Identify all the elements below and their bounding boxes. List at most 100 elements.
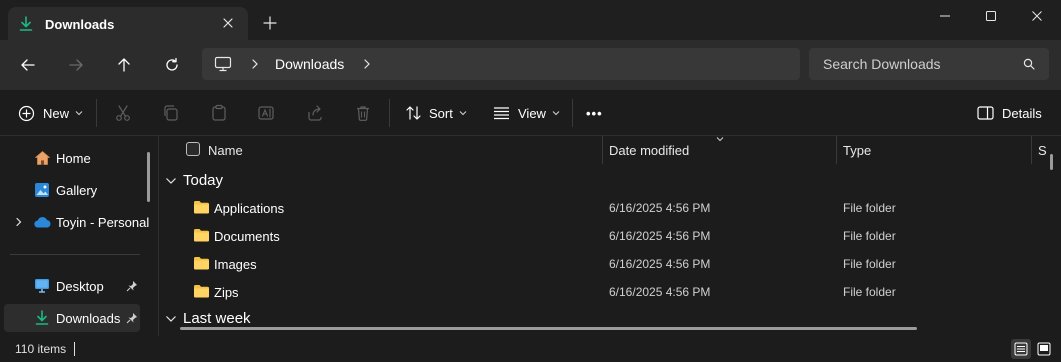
chevron-right-icon[interactable] xyxy=(14,217,24,227)
download-icon xyxy=(18,16,34,32)
column-divider[interactable] xyxy=(602,136,603,164)
table-row[interactable]: Images 6/16/2025 4:56 PM File folder xyxy=(159,250,1061,278)
sidebar-scrollbar[interactable] xyxy=(147,152,150,202)
tab-downloads[interactable]: Downloads xyxy=(8,7,248,40)
row-name: Applications xyxy=(214,201,285,216)
copy-button[interactable] xyxy=(160,102,182,124)
search-input[interactable]: Search Downloads xyxy=(823,56,941,72)
view-label: View xyxy=(518,105,546,121)
chevron-down-icon xyxy=(75,109,83,117)
details-button[interactable]: Details xyxy=(977,102,1042,124)
home-icon xyxy=(34,150,51,166)
share-button[interactable] xyxy=(304,102,326,124)
column-header-date[interactable]: Date modified xyxy=(609,143,689,158)
chevron-right-icon[interactable] xyxy=(249,58,261,70)
row-date: 6/16/2025 4:56 PM xyxy=(609,229,711,243)
sidebar-item-downloads[interactable]: Downloads xyxy=(4,304,140,332)
sidebar-item-home[interactable]: Home xyxy=(4,144,140,172)
maximize-button[interactable] xyxy=(968,0,1014,32)
close-window-button[interactable] xyxy=(1014,0,1060,32)
new-button[interactable]: New xyxy=(18,102,83,124)
group-label: Today xyxy=(183,172,224,189)
search-box[interactable]: Search Downloads xyxy=(809,48,1049,80)
desktop-icon xyxy=(34,278,50,293)
sidebar-item-onedrive[interactable]: Toyin - Personal xyxy=(4,208,149,236)
sidebar-item-label: Downloads xyxy=(56,311,121,326)
forward-button[interactable] xyxy=(66,55,86,75)
toolbar-divider xyxy=(96,99,97,127)
sidebar-item-label: Toyin - Personal xyxy=(56,215,150,230)
chevron-right-icon[interactable] xyxy=(361,58,373,70)
table-row[interactable]: Zips 6/16/2025 4:56 PM File folder xyxy=(159,278,1061,306)
command-bar: New Sort View ••• Details xyxy=(0,90,1061,136)
column-header-row: Name Date modified Type S xyxy=(159,136,1061,164)
gallery-icon xyxy=(34,182,50,198)
trash-icon xyxy=(357,106,369,121)
folder-icon xyxy=(193,228,210,242)
more-icon: ••• xyxy=(586,105,603,121)
sidebar-item-label: Desktop xyxy=(56,279,104,294)
row-name: Zips xyxy=(214,285,239,300)
horizontal-scrollbar[interactable] xyxy=(180,327,917,330)
folder-icon xyxy=(193,284,210,298)
sort-button[interactable]: Sort xyxy=(405,102,467,124)
details-pane-icon xyxy=(977,106,994,120)
group-header-today[interactable]: Today xyxy=(165,172,223,189)
more-options-button[interactable]: ••• xyxy=(586,102,603,124)
vertical-scrollbar[interactable] xyxy=(1050,154,1053,170)
minimize-button[interactable] xyxy=(922,0,968,32)
sidebar-item-desktop[interactable]: Desktop xyxy=(4,272,140,300)
row-type: File folder xyxy=(843,285,896,299)
rename-button[interactable] xyxy=(255,102,277,124)
column-header-size[interactable]: S xyxy=(1038,143,1047,158)
details-view-icon xyxy=(1014,342,1028,356)
file-list: Name Date modified Type S Today Applicat… xyxy=(159,136,1061,336)
sidebar-item-label: Gallery xyxy=(56,183,98,198)
table-row[interactable]: Documents 6/16/2025 4:56 PM File folder xyxy=(159,222,1061,250)
column-divider[interactable] xyxy=(836,136,837,164)
sort-icon xyxy=(405,105,423,121)
scissors-icon xyxy=(116,105,130,121)
address-bar[interactable]: Downloads xyxy=(202,48,800,80)
column-header-name[interactable]: Name xyxy=(208,143,243,158)
copy-icon xyxy=(164,105,178,121)
breadcrumb-downloads[interactable]: Downloads xyxy=(275,56,344,72)
row-type: File folder xyxy=(843,201,896,215)
details-view-toggle[interactable] xyxy=(1011,339,1031,359)
view-button[interactable]: View xyxy=(493,102,560,124)
folder-icon xyxy=(193,256,210,270)
share-icon xyxy=(308,105,322,121)
navigation-pane: Home Gallery Toyin - Personal Desktop Do… xyxy=(0,136,158,336)
row-name: Documents xyxy=(214,229,280,244)
toolbar-divider xyxy=(389,99,390,127)
row-name: Images xyxy=(214,257,257,272)
rename-icon xyxy=(258,106,274,120)
details-label: Details xyxy=(1002,105,1042,121)
status-bar: 110 items xyxy=(0,336,1061,362)
delete-button[interactable] xyxy=(352,102,374,124)
refresh-button[interactable] xyxy=(162,55,182,75)
select-all-checkbox[interactable] xyxy=(186,142,200,156)
back-button[interactable] xyxy=(18,55,38,75)
up-button[interactable] xyxy=(114,55,134,75)
chevron-down-icon xyxy=(165,314,177,324)
row-date: 6/16/2025 4:56 PM xyxy=(609,201,711,215)
search-icon[interactable] xyxy=(1023,58,1035,70)
close-tab-icon[interactable] xyxy=(220,15,236,31)
new-tab-icon[interactable] xyxy=(262,15,278,31)
table-row[interactable]: Applications 6/16/2025 4:56 PM File fold… xyxy=(159,194,1061,222)
row-date: 6/16/2025 4:56 PM xyxy=(609,285,711,299)
paste-button[interactable] xyxy=(208,102,230,124)
this-pc-icon[interactable] xyxy=(214,56,232,72)
cut-button[interactable] xyxy=(112,102,134,124)
column-header-type[interactable]: Type xyxy=(843,143,871,158)
column-divider[interactable] xyxy=(1031,136,1032,164)
chevron-down-icon xyxy=(459,109,467,117)
pin-icon[interactable] xyxy=(126,280,138,292)
tiles-view-toggle[interactable] xyxy=(1034,339,1054,359)
pin-icon[interactable] xyxy=(126,312,138,324)
view-list-icon xyxy=(493,106,510,120)
sidebar-item-gallery[interactable]: Gallery xyxy=(4,176,140,204)
clipboard-icon xyxy=(212,104,226,121)
group-header-last-week[interactable]: Last week xyxy=(165,310,251,327)
